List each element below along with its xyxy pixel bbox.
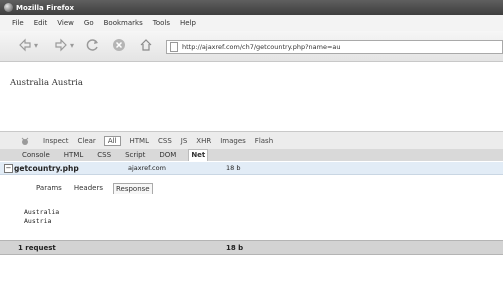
- menu-bar: File Edit View Go Bookmarks Tools Help: [0, 15, 503, 31]
- back-dropdown-icon[interactable]: ▾: [34, 39, 38, 53]
- request-row[interactable]: − getcountry.php ajaxref.com 18 b: [0, 162, 503, 175]
- collapse-toggle-icon[interactable]: −: [4, 163, 13, 173]
- filter-js[interactable]: JS: [181, 137, 188, 145]
- tab-css[interactable]: CSS: [95, 150, 113, 161]
- tab-params[interactable]: Params: [34, 183, 64, 194]
- forward-arrow-icon[interactable]: [54, 38, 68, 52]
- reload-icon[interactable]: [86, 38, 100, 52]
- firebug-tabs: Console HTML CSS Script DOM Net: [0, 149, 503, 161]
- filter-xhr[interactable]: XHR: [196, 137, 211, 145]
- stop-icon[interactable]: [112, 38, 126, 52]
- firebug-icon[interactable]: [20, 136, 30, 146]
- filter-images[interactable]: Images: [220, 137, 246, 145]
- tab-console[interactable]: Console: [20, 150, 52, 161]
- page-icon: [170, 42, 178, 52]
- total-size: 18 b: [226, 243, 244, 252]
- tab-html[interactable]: HTML: [62, 150, 85, 161]
- back-arrow-icon[interactable]: [18, 38, 32, 52]
- menu-tools[interactable]: Tools: [153, 19, 170, 27]
- firefox-icon: [4, 3, 13, 12]
- home-icon[interactable]: [139, 38, 153, 52]
- net-summary-row: 1 request 18 b: [0, 240, 503, 255]
- tab-net[interactable]: Net: [188, 149, 209, 161]
- request-name[interactable]: getcountry.php: [14, 164, 79, 173]
- tab-headers[interactable]: Headers: [72, 183, 105, 194]
- response-line: Austria: [24, 217, 52, 225]
- navigation-toolbar: ▾ ▾ http://ajaxref.com/ch7/getcountry.ph…: [0, 31, 503, 62]
- menu-view[interactable]: View: [57, 19, 74, 27]
- request-domain: ajaxref.com: [128, 164, 166, 172]
- address-url[interactable]: http://ajaxref.com/ch7/getcountry.php?na…: [182, 43, 341, 51]
- filter-flash[interactable]: Flash: [255, 137, 273, 145]
- request-count: 1 request: [18, 243, 56, 252]
- inspect-button[interactable]: Inspect: [43, 137, 69, 145]
- request-size: 18 b: [226, 164, 241, 172]
- response-line: Australia: [24, 208, 60, 216]
- forward-dropdown-icon[interactable]: ▾: [70, 39, 74, 53]
- firebug-toolbar: Inspect Clear All HTML CSS JS XHR Images…: [0, 131, 503, 149]
- tab-response[interactable]: Response: [112, 183, 153, 194]
- tab-dom[interactable]: DOM: [157, 150, 178, 161]
- address-bar[interactable]: http://ajaxref.com/ch7/getcountry.php?na…: [166, 40, 503, 54]
- page-content-text: Australia Austria: [10, 78, 83, 88]
- window-titlebar: Mozilla Firefox: [0, 0, 503, 15]
- menu-bookmarks[interactable]: Bookmarks: [104, 19, 143, 27]
- detail-tabs: Params Headers Response: [34, 183, 161, 194]
- menu-file[interactable]: File: [12, 19, 24, 27]
- tab-script[interactable]: Script: [123, 150, 147, 161]
- menu-edit[interactable]: Edit: [34, 19, 48, 27]
- filter-css[interactable]: CSS: [158, 137, 172, 145]
- menu-go[interactable]: Go: [84, 19, 94, 27]
- filter-html[interactable]: HTML: [130, 137, 149, 145]
- menu-help[interactable]: Help: [180, 19, 196, 27]
- request-detail-panel: Params Headers Response Australia Austri…: [20, 176, 503, 239]
- clear-button[interactable]: Clear: [78, 137, 96, 145]
- response-body: Australia Austria: [24, 208, 59, 226]
- window-title: Mozilla Firefox: [16, 3, 74, 12]
- filter-all[interactable]: All: [103, 135, 121, 146]
